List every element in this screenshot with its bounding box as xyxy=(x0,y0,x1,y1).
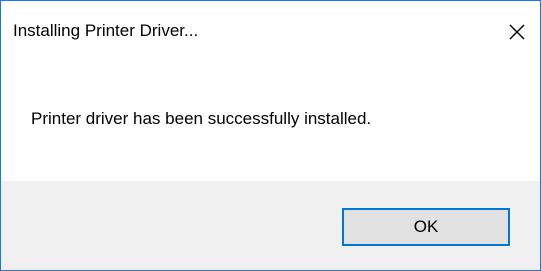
dialog-message: Printer driver has been successfully ins… xyxy=(31,109,372,128)
close-button[interactable] xyxy=(494,1,540,63)
dialog-footer: OK xyxy=(1,181,540,270)
close-icon xyxy=(508,23,526,41)
ok-button[interactable]: OK xyxy=(342,208,510,246)
dialog-content: Printer driver has been successfully ins… xyxy=(1,63,540,181)
title-bar: Installing Printer Driver... xyxy=(1,1,540,63)
focus-ring xyxy=(345,211,507,243)
dialog-title: Installing Printer Driver... xyxy=(13,21,199,40)
dialog-window: Installing Printer Driver... Printer dri… xyxy=(0,0,541,271)
